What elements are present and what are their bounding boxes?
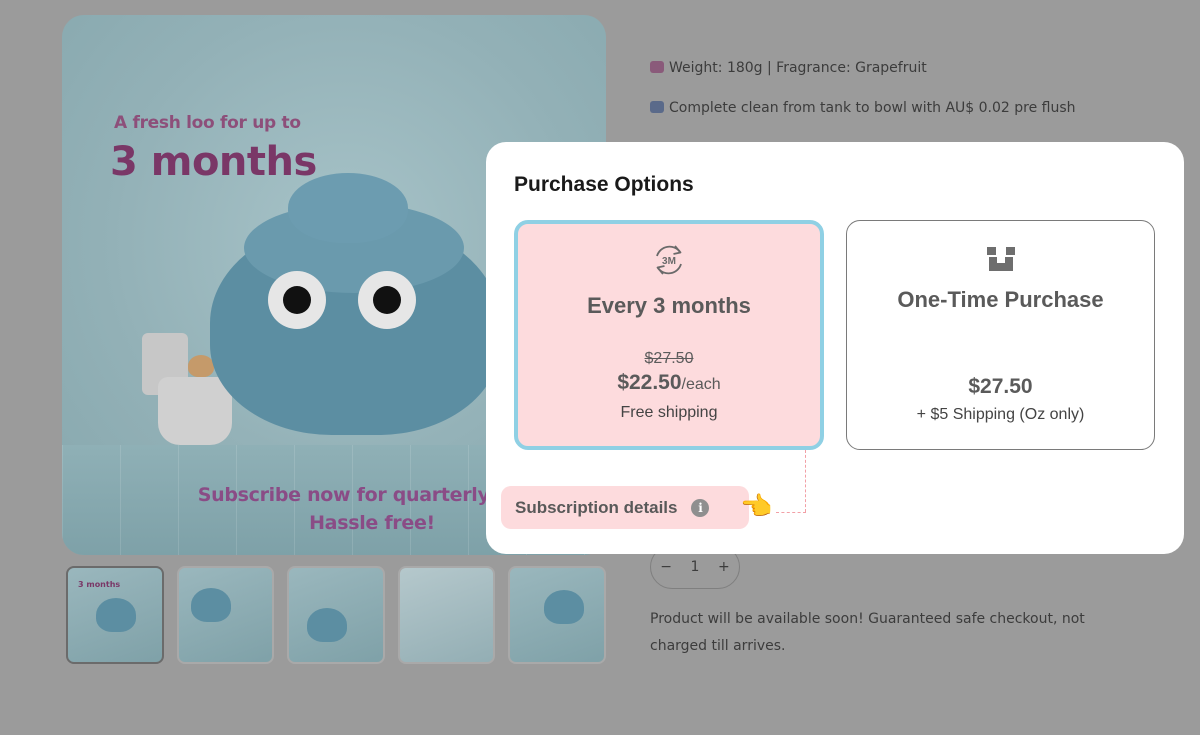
spec-clean-text: Complete clean from tank to bowl with AU… — [669, 100, 1076, 116]
subscription-shipping: Free shipping — [620, 404, 718, 421]
one-time-option-card[interactable]: One-Time Purchase $27.50 + $5 Shipping (… — [846, 220, 1155, 450]
thumbnail-mascot — [96, 598, 136, 632]
refresh-3m-icon: 3M — [649, 240, 689, 285]
qty-value[interactable]: 1 — [691, 559, 700, 575]
subscription-details-button[interactable]: Subscription details i — [501, 486, 749, 529]
connector-line-horizontal — [776, 512, 806, 513]
thumbnail-5[interactable] — [508, 566, 606, 664]
purchase-options-modal: Purchase Options 3M Every 3 months $27.5… — [486, 142, 1184, 554]
pointing-hand-icon: 👈 — [740, 492, 773, 522]
refresh-icon-label: 3M — [662, 256, 676, 267]
subscription-price: $22.50/each — [518, 371, 820, 395]
grapefruit-illustration — [188, 355, 214, 377]
clean-icon — [650, 101, 664, 113]
thumbnail-mascot — [544, 590, 585, 624]
thumbnail-1[interactable]: 3 months — [66, 566, 164, 664]
hero-pre-title: A fresh loo for up to — [114, 113, 301, 133]
spec-clean: Complete clean from tank to bowl with AU… — [650, 100, 1076, 116]
subscription-price-unit: /each — [681, 376, 721, 393]
thumbnail-mascot — [190, 588, 231, 622]
one-time-price: $27.50 — [968, 375, 1033, 398]
modal-title: Purchase Options — [514, 173, 694, 196]
thumbnail-caption: 3 months — [78, 580, 121, 589]
mascot-left-eye — [268, 271, 326, 329]
qty-minus-button[interactable]: − — [660, 559, 672, 575]
one-time-shipping: + $5 Shipping (Oz only) — [916, 406, 1085, 423]
toilet-bowl-illustration — [158, 377, 232, 445]
thumbnail-2[interactable] — [176, 566, 275, 664]
subscription-option-card[interactable]: 3M Every 3 months $27.50 $22.50/each Fre… — [514, 220, 824, 450]
subscription-price-value: $22.50 — [617, 371, 682, 394]
subscription-name: Every 3 months — [587, 293, 751, 318]
subscription-details-label: Subscription details — [515, 497, 678, 517]
subscription-old-price: $27.50 — [644, 350, 694, 367]
availability-note: Product will be available soon! Guarante… — [650, 611, 1085, 654]
info-icon[interactable]: i — [691, 498, 710, 517]
mascot-right-eye — [358, 271, 416, 329]
hero-big-title: 3 months — [110, 139, 317, 185]
mascot-top — [288, 173, 408, 243]
connector-line-vertical — [805, 450, 806, 512]
one-time-name: One-Time Purchase — [897, 287, 1104, 312]
box-icon — [985, 243, 1017, 278]
qty-plus-button[interactable]: + — [718, 559, 730, 575]
thumbnail-strip: 3 months — [66, 566, 606, 664]
weight-icon — [650, 61, 664, 73]
thumbnail-mascot — [307, 608, 348, 642]
thumbnail-3[interactable] — [287, 566, 385, 664]
thumbnail-4[interactable] — [397, 566, 496, 664]
spec-weight: Weight: 180g | Fragrance: Grapefruit — [650, 60, 927, 76]
spec-weight-text: Weight: 180g | Fragrance: Grapefruit — [669, 60, 927, 76]
